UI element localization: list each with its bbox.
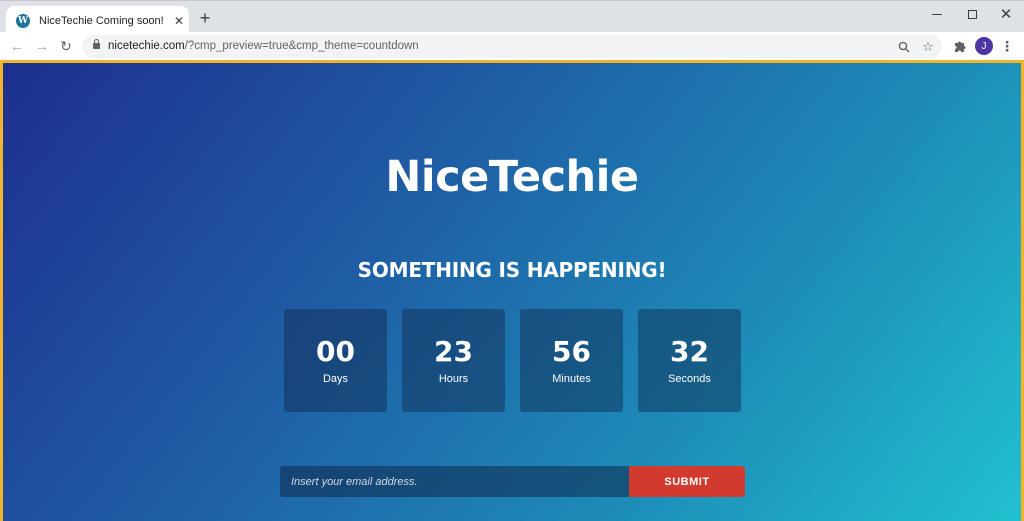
countdown-minutes: 56 Minutes xyxy=(520,309,623,412)
puzzle-icon[interactable] xyxy=(950,37,968,55)
minimize-icon xyxy=(932,13,942,15)
countdown-hours-value: 23 xyxy=(434,335,473,368)
close-icon[interactable]: ✕ xyxy=(171,13,187,29)
countdown-seconds-value: 32 xyxy=(670,335,709,368)
magnifier-icon[interactable] xyxy=(896,39,912,55)
countdown-days-label: Days xyxy=(322,373,349,385)
profile-avatar[interactable]: J xyxy=(975,37,993,55)
arrow-right-icon[interactable]: → xyxy=(33,37,51,55)
countdown-minutes-value: 56 xyxy=(552,335,591,368)
address-bar[interactable]: nicetechie.com/?cmp_preview=true&cmp_the… xyxy=(82,35,942,58)
page-headline: SOMETHING IS HAPPENING! xyxy=(357,258,667,282)
countdown-seconds: 32 Seconds xyxy=(638,309,741,412)
browser-toolbar: ← → ↻ nicetechie.com/?cmp_preview=true&c… xyxy=(0,32,1024,60)
star-icon[interactable]: ☆ xyxy=(920,39,936,55)
tab-title: NiceTechie Coming soon! xyxy=(39,15,164,27)
submit-button[interactable]: SUBMIT xyxy=(629,466,745,497)
site-title: NiceTechie xyxy=(385,152,639,202)
url-host: nicetechie.com xyxy=(108,40,185,52)
maximize-button[interactable] xyxy=(955,3,989,25)
coming-soon-page: NiceTechie SOMETHING IS HAPPENING! 00 Da… xyxy=(0,60,1024,521)
url-text[interactable]: nicetechie.com/?cmp_preview=true&cmp_the… xyxy=(108,40,419,52)
countdown-seconds-label: Seconds xyxy=(668,373,711,385)
countdown-hours-label: Hours xyxy=(438,373,469,385)
wordpress-icon: W xyxy=(16,14,30,28)
countdown-hours: 23 Hours xyxy=(402,309,505,412)
window-close-button[interactable]: ✕ xyxy=(989,3,1023,25)
countdown-days-value: 00 xyxy=(316,335,355,368)
countdown-minutes-label: Minutes xyxy=(552,373,591,385)
countdown-days: 00 Days xyxy=(284,309,387,412)
email-input[interactable] xyxy=(280,466,629,497)
reload-icon[interactable]: ↻ xyxy=(57,37,75,55)
arrow-left-icon[interactable]: ← xyxy=(8,37,26,55)
maximize-icon xyxy=(967,9,977,19)
url-path: /?cmp_preview=true&cmp_theme=countdown xyxy=(184,40,419,52)
minimize-button[interactable] xyxy=(920,3,954,25)
tab-strip: W NiceTechie Coming soon! ✕ + ✕ xyxy=(0,0,1024,37)
plus-icon[interactable]: + xyxy=(196,9,214,27)
kebab-menu-icon[interactable]: ⋮ xyxy=(998,37,1016,55)
lock-icon[interactable] xyxy=(93,39,100,50)
